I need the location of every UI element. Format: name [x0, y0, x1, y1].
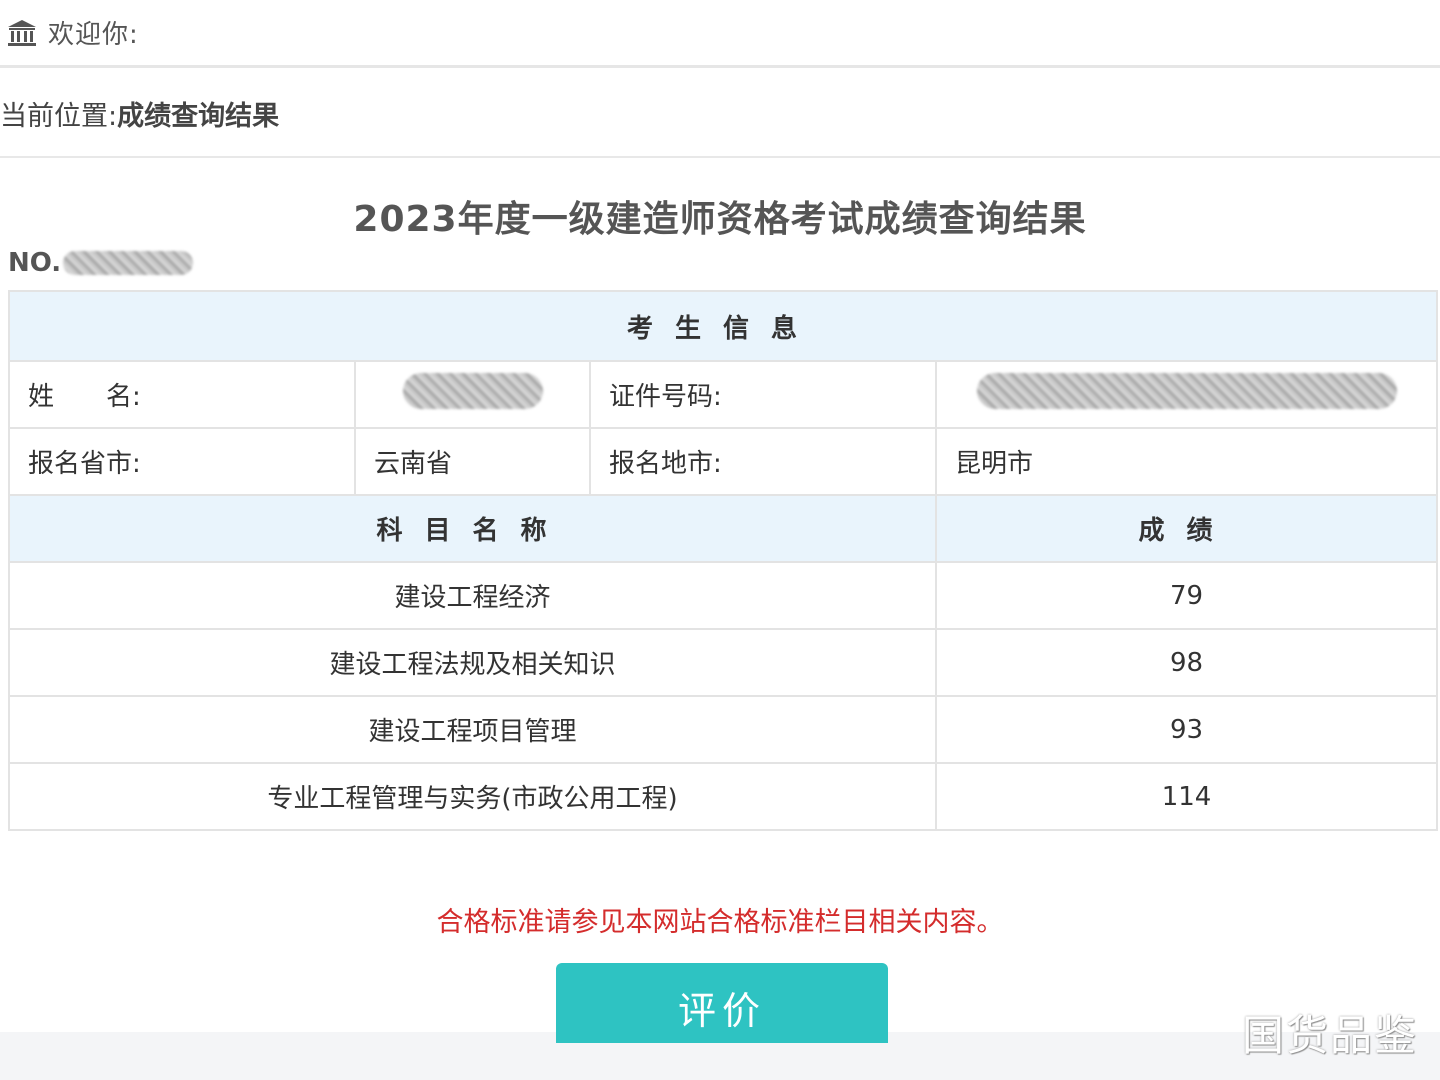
- id-value: [934, 360, 1439, 429]
- breadcrumb-prefix: 当前位置:: [0, 100, 118, 132]
- evaluate-button[interactable]: 评价: [556, 963, 888, 1043]
- table-row: 建设工程经济 79: [8, 561, 1439, 630]
- subject-score: 98: [934, 628, 1439, 697]
- breadcrumb: 当前位置: 成绩查询结果: [0, 70, 1440, 158]
- subject-score: 93: [934, 695, 1439, 764]
- subject-name: 建设工程法规及相关知识: [8, 628, 937, 697]
- table-row: 建设工程项目管理 93: [8, 695, 1439, 764]
- name-value: [354, 360, 591, 429]
- subject-name: 建设工程经济: [8, 561, 937, 630]
- watermark: 国货品鉴: [1241, 1011, 1418, 1060]
- province-label: 报名省市:: [8, 427, 356, 496]
- subject-name: 专业工程管理与实务(市政公用工程): [8, 762, 937, 831]
- serial-redaction: [63, 251, 194, 275]
- qualification-note: 合格标准请参见本网站合格标准栏目相关内容。: [436, 907, 1004, 938]
- page-title: 2023年度一级建造师资格考试成绩查询结果: [353, 199, 1087, 240]
- table-row: 专业工程管理与实务(市政公用工程) 114: [8, 762, 1439, 831]
- table-row: 报名省市: 云南省 报名地市: 昆明市: [8, 427, 1439, 496]
- subject-header: 科目名称: [8, 494, 937, 563]
- serial-label: NO.: [8, 248, 62, 278]
- bank-icon: [6, 18, 38, 48]
- welcome-bar: 欢迎你:: [0, 0, 1440, 68]
- candidate-info-header-row: 考生信息: [7, 290, 1439, 362]
- table-row: 姓 名: 证件号码:: [8, 360, 1439, 429]
- score-header: 成绩: [934, 494, 1439, 563]
- name-label: 姓 名:: [8, 360, 356, 429]
- breadcrumb-current: 成绩查询结果: [117, 100, 280, 132]
- id-redaction: [976, 373, 1397, 409]
- page: 欢迎你: 当前位置: 成绩查询结果 2023年度一级建造师资格考试成绩查询结果 …: [0, 0, 1440, 1080]
- city-label: 报名地市:: [589, 427, 937, 496]
- welcome-text: 欢迎你:: [48, 20, 139, 50]
- province-value: 云南省: [354, 427, 591, 496]
- name-redaction: [402, 373, 543, 409]
- subject-score: 79: [934, 561, 1439, 630]
- result-table: 考生信息 姓 名: 证件号码: 报名省市: 云南省 报名地市: 昆明市 科目名称…: [7, 290, 1439, 831]
- subject-name: 建设工程项目管理: [8, 695, 937, 764]
- subject-header-row: 科目名称 成绩: [8, 494, 1439, 563]
- table-row: 建设工程法规及相关知识 98: [8, 628, 1439, 697]
- serial-number: NO.: [8, 248, 194, 278]
- subject-score: 114: [934, 762, 1439, 831]
- candidate-info-header: 考生信息: [7, 290, 1439, 362]
- id-label: 证件号码:: [589, 360, 937, 429]
- city-value: 昆明市: [934, 427, 1439, 496]
